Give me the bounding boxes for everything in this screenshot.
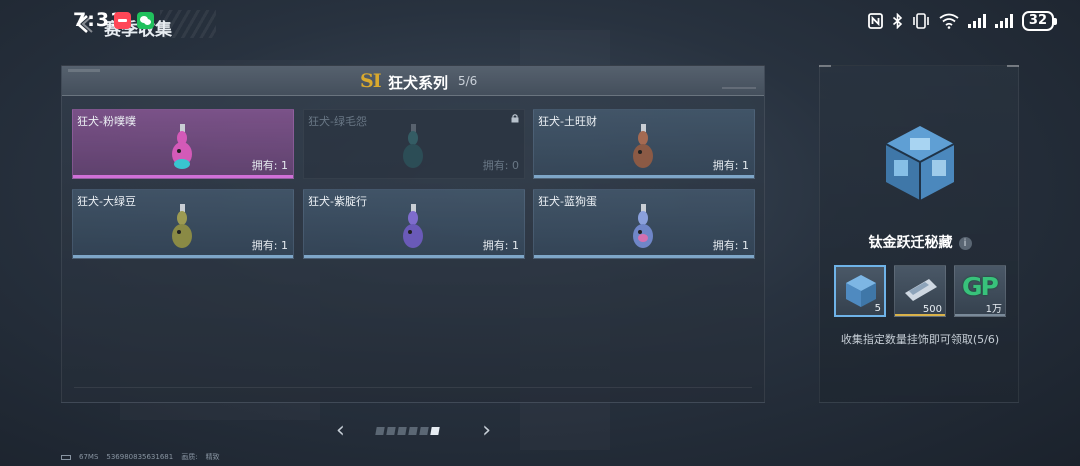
reward-qty: 5	[874, 303, 881, 314]
crate-icon[interactable]	[880, 124, 960, 202]
next-page-button[interactable]: ›	[482, 420, 491, 442]
card-name: 狂犬-粉噗噗	[77, 115, 136, 128]
charm-figure-icon	[172, 204, 192, 248]
bluetooth-icon	[892, 13, 903, 29]
collection-card[interactable]: 狂犬-粉噗噗 拥有: 1	[72, 109, 294, 179]
reward-items: 5 500 GP 1万	[834, 265, 1006, 317]
charm-figure-icon	[403, 204, 423, 248]
page-dot[interactable]	[375, 427, 385, 435]
season-icon: SI	[360, 70, 382, 92]
collection-card[interactable]: 狂犬-蓝狗蛋 拥有: 1	[533, 189, 755, 259]
page-dot[interactable]	[397, 427, 407, 435]
uid-text: 536980835631681	[106, 453, 174, 461]
card-name: 狂犬-绿毛怨	[308, 115, 367, 128]
collection-card[interactable]: 狂犬-土旺财 拥有: 1	[533, 109, 755, 179]
card-name: 狂犬-大绿豆	[77, 195, 136, 208]
collection-panel: SI 狂犬系列 5/6 狂犬-粉噗噗 拥有: 1 狂犬-绿毛怨 拥有: 0 狂犬…	[61, 65, 765, 403]
signal-icon	[994, 14, 1013, 28]
rarity-bar	[895, 314, 945, 316]
charm-figure-icon	[633, 204, 653, 248]
page-dots	[375, 427, 440, 435]
card-owned-count: 拥有: 1	[251, 239, 288, 252]
lock-icon	[511, 114, 519, 123]
battery-mini-icon	[61, 454, 71, 460]
charm-figure-icon	[172, 124, 192, 169]
quality-label: 画质:	[181, 453, 198, 461]
reward-qty: 1万	[985, 304, 1002, 315]
page-dot[interactable]	[419, 427, 429, 435]
card-owned-count: 拥有: 1	[251, 159, 288, 172]
wechat-notification-icon	[137, 12, 154, 29]
series-progress: 5/6	[458, 74, 478, 88]
rarity-bar	[955, 314, 1005, 316]
system-icons: 32	[868, 11, 1058, 31]
collection-card[interactable]: 狂犬-紫腚行 拥有: 1	[303, 189, 525, 259]
card-name: 狂犬-紫腚行	[308, 195, 367, 208]
status-bar: 赛季收集 7:31 32	[0, 0, 1080, 46]
panel-divider	[74, 387, 752, 388]
reward-panel: 钛金跃迁秘藏 i 5 500 GP 1万 收集指定数量挂饰即可领取(5/6)	[819, 65, 1019, 403]
card-owned-count: 拥有: 1	[482, 239, 519, 252]
card-accent-bar	[534, 175, 754, 178]
card-name: 狂犬-土旺财	[538, 115, 597, 128]
pagination: ‹ ›	[336, 420, 491, 442]
reward-description: 收集指定数量挂饰即可领取(5/6)	[840, 333, 1000, 346]
ping-text: 67MS	[79, 453, 99, 461]
card-owned-count: 拥有: 1	[712, 159, 749, 172]
reward-title: 钛金跃迁秘藏 i	[820, 232, 1020, 252]
gp-icon: GP	[962, 272, 999, 301]
app-notification-icon	[114, 12, 131, 29]
panel-header: SI 狂犬系列 5/6	[62, 66, 764, 96]
vibrate-icon	[913, 13, 929, 29]
charm-figure-icon	[633, 124, 653, 168]
card-accent-bar	[73, 255, 293, 258]
card-owned-count: 拥有: 1	[712, 239, 749, 252]
battery-indicator: 32	[1021, 11, 1058, 31]
card-accent-bar	[304, 255, 524, 258]
header-decoration	[722, 87, 756, 89]
reward-item-gp[interactable]: GP 1万	[954, 265, 1006, 317]
reward-item-ticket[interactable]: 500	[894, 265, 946, 317]
reward-title-text: 钛金跃迁秘藏	[868, 235, 953, 251]
nfc-icon	[868, 13, 883, 29]
collection-card[interactable]: 狂犬-大绿豆 拥有: 1	[72, 189, 294, 259]
series-title: 狂犬系列	[388, 74, 449, 92]
page-dot[interactable]	[386, 427, 396, 435]
info-icon[interactable]: i	[958, 237, 972, 250]
card-accent-bar	[73, 175, 293, 178]
charm-figure-icon	[403, 124, 423, 168]
card-owned-count: 拥有: 0	[482, 159, 519, 172]
header-decoration	[68, 69, 100, 72]
quality-value: 精致	[205, 453, 220, 461]
reward-item-crate[interactable]: 5	[834, 265, 886, 317]
debug-info: 67MS 536980835631681 画质: 精致	[61, 452, 220, 462]
collection-card[interactable]: 狂犬-绿毛怨 拥有: 0	[303, 109, 525, 179]
prev-page-button[interactable]: ‹	[336, 420, 345, 442]
panel-corner	[1007, 65, 1019, 67]
panel-corner	[819, 65, 831, 67]
card-name: 狂犬-蓝狗蛋	[538, 195, 597, 208]
card-accent-bar	[534, 255, 754, 258]
title-decoration	[160, 10, 216, 38]
page-dot[interactable]	[408, 427, 418, 435]
wifi-icon	[939, 13, 959, 29]
signal-icon	[967, 14, 986, 28]
page-dot-active[interactable]	[430, 427, 440, 435]
